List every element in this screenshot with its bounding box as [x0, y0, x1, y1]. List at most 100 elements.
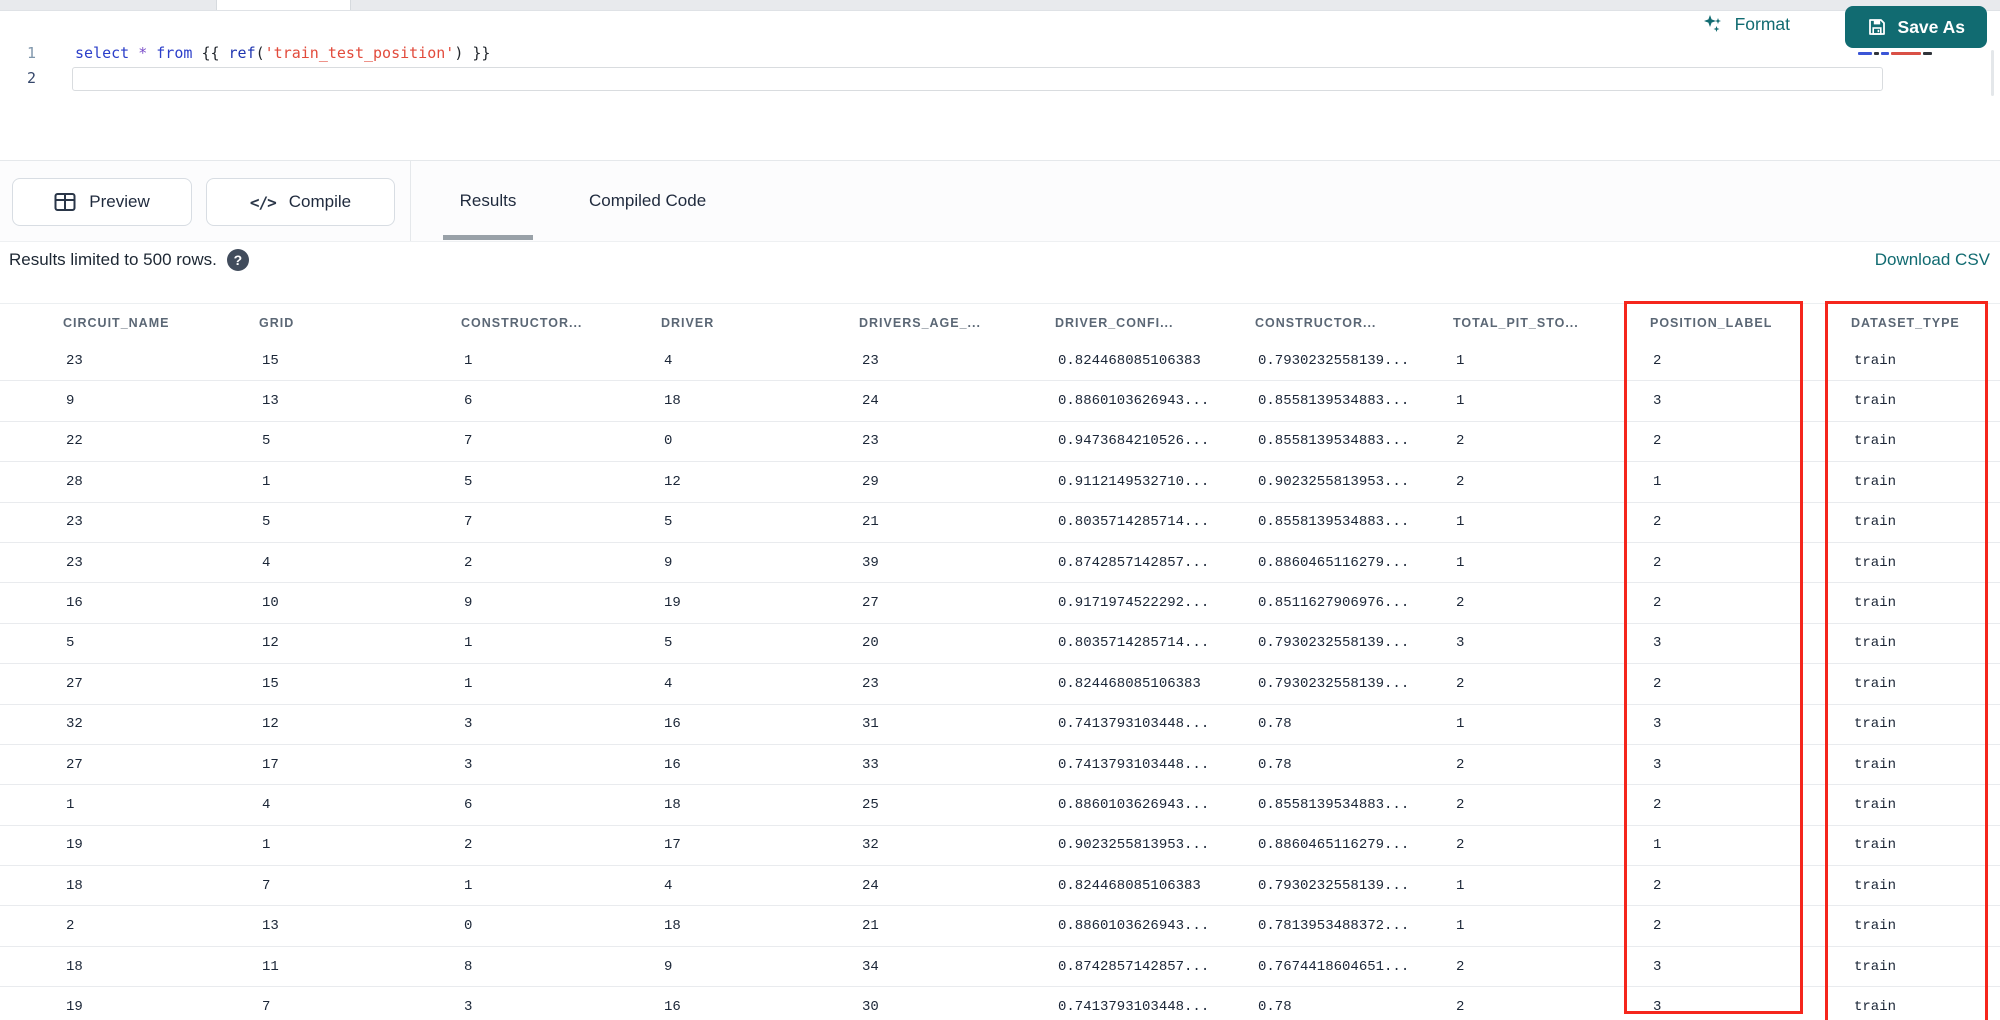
tab-compiled-code-label: Compiled Code [589, 191, 707, 210]
compile-button[interactable]: </> Compile [206, 178, 395, 226]
format-button[interactable]: Format [1702, 13, 1790, 35]
table-cell: 0.7930232558139... [1258, 635, 1410, 652]
table-cell: 0.7413793103448... [1058, 716, 1210, 733]
table-cell: 2 [1653, 433, 1662, 450]
table-row: 2 13 0 18 21 0.8860103626943... 0.781395348837… [0, 906, 2000, 947]
table-cell: 3 [464, 998, 473, 1015]
table-cell: 13 [262, 918, 279, 935]
table-row: 22 5 7 0 23 0.9473684210526... 0.8558139534883… [0, 421, 2000, 463]
table-cell: 0.8742857142857... [1058, 554, 1210, 571]
table-cell: train [1854, 716, 1897, 733]
table-cell: 3 [1653, 635, 1662, 652]
table-cell: 2 [1653, 675, 1662, 692]
table-cell: 2 [1456, 473, 1465, 490]
table-cell: 1 [464, 675, 473, 692]
table-row: 28 1 5 12 29 0.9112149532710... 0.902325581395… [0, 462, 2000, 503]
table-cell: 33 [862, 756, 879, 773]
table-cell: 29 [862, 473, 879, 490]
table-cell: 28 [66, 473, 83, 490]
table-cell: 3 [464, 716, 473, 733]
table-cell: 9 [66, 393, 75, 410]
table-row: 9 13 6 18 24 0.8860103626943... 0.855813953488… [0, 381, 2000, 422]
tab-results[interactable]: Results [443, 161, 533, 241]
table-cell: 0.8558139534883... [1258, 514, 1410, 531]
table-cell: 7 [262, 877, 271, 894]
table-cell: 1 [1456, 918, 1465, 935]
table-cell: train [1854, 433, 1897, 450]
table-cell: train [1854, 635, 1897, 652]
table-row: 23 4 2 9 39 0.8742857142857... 0.8860465116279… [0, 542, 2000, 584]
table-cell: 0.8860465116279... [1258, 837, 1410, 854]
table-cell: train [1854, 958, 1897, 975]
table-cell: 0.9023255813953... [1058, 837, 1210, 854]
table-cell: 1 [1456, 393, 1465, 410]
table-cell: 0.7930232558139... [1258, 877, 1410, 894]
compile-label: Compile [288, 192, 352, 211]
column-header: GRID [259, 316, 295, 330]
column-header: DATASET_TYPE [1851, 316, 1960, 330]
table-cell: 1 [262, 837, 271, 854]
table-cell: 2 [1653, 796, 1662, 813]
table-cell: 0.8035714285714... [1058, 514, 1210, 531]
table-cell: train [1854, 595, 1897, 612]
column-header: DRIVER [661, 316, 715, 330]
active-line-highlight [72, 67, 1883, 91]
sql-editor[interactable]: 1 2 select * from {{ ref('train_test_pos… [0, 38, 2000, 160]
table-cell: train [1854, 352, 1897, 369]
table-cell: 7 [464, 433, 473, 450]
file-tab-partial[interactable] [216, 0, 351, 10]
code-token: ( [255, 44, 265, 62]
table-cell: 0.7413793103448... [1058, 998, 1210, 1015]
table-cell: 1 [464, 352, 473, 369]
table-cell: 18 [66, 958, 83, 975]
table-cell: 11 [262, 958, 279, 975]
table-cell: train [1854, 514, 1897, 531]
table-cell: 0.824468085106383 [1058, 352, 1201, 369]
line-number-2: 2 [26, 69, 36, 87]
tab-compiled-code[interactable]: Compiled Code [589, 161, 706, 241]
sparkles-icon [1702, 13, 1724, 35]
table-cell: train [1854, 837, 1897, 854]
table-cell: 0 [664, 433, 673, 450]
table-cell: 1 [464, 877, 473, 894]
table-cell: 4 [262, 554, 271, 571]
table-cell: 0.8860465116279... [1258, 554, 1410, 571]
table-cell: 32 [66, 716, 83, 733]
table-cell: 27 [66, 675, 83, 692]
table-cell: 9 [664, 554, 673, 571]
table-cell: 0.8558139534883... [1258, 393, 1410, 410]
table-cell: 0.8558139534883... [1258, 433, 1410, 450]
table-cell: 12 [262, 635, 279, 652]
table-cell: 5 [664, 635, 673, 652]
code-token: ) [454, 44, 464, 62]
preview-button[interactable]: Preview [12, 178, 192, 226]
question-mark-icon[interactable]: ? [226, 249, 249, 271]
table-cell: 34 [862, 958, 879, 975]
table-cell: 2 [1456, 433, 1465, 450]
table-cell: 15 [262, 675, 279, 692]
table-cell: 3 [1653, 998, 1662, 1015]
table-cell: 17 [262, 756, 279, 773]
table-row: 16 10 9 19 27 0.9171974522292... 0.85116279069… [0, 583, 2000, 624]
column-header: TOTAL_PIT_STO... [1453, 316, 1579, 330]
table-cell: 5 [262, 433, 271, 450]
table-cell: 24 [862, 877, 879, 894]
table-cell: 31 [862, 716, 879, 733]
table-cell: 0.824468085106383 [1058, 675, 1201, 692]
table-cell: 2 [1653, 352, 1662, 369]
table-cell: 19 [66, 837, 83, 854]
table-cell: 12 [262, 716, 279, 733]
table-row: 19 7 3 16 30 0.7413793103448... 0.78 2 3 train [0, 987, 2000, 1020]
table-cell: 1 [1456, 352, 1465, 369]
table-cell: 16 [66, 595, 83, 612]
table-cell: 0.8860103626943... [1058, 796, 1210, 813]
table-cell: 0.7413793103448... [1058, 756, 1210, 773]
table-cell: 18 [66, 877, 83, 894]
table-cell: train [1854, 473, 1897, 490]
download-csv-link[interactable]: Download CSV [1875, 250, 1990, 270]
table-cell: 2 [66, 918, 75, 935]
table-cell: 7 [262, 998, 271, 1015]
table-cell: 23 [66, 554, 83, 571]
